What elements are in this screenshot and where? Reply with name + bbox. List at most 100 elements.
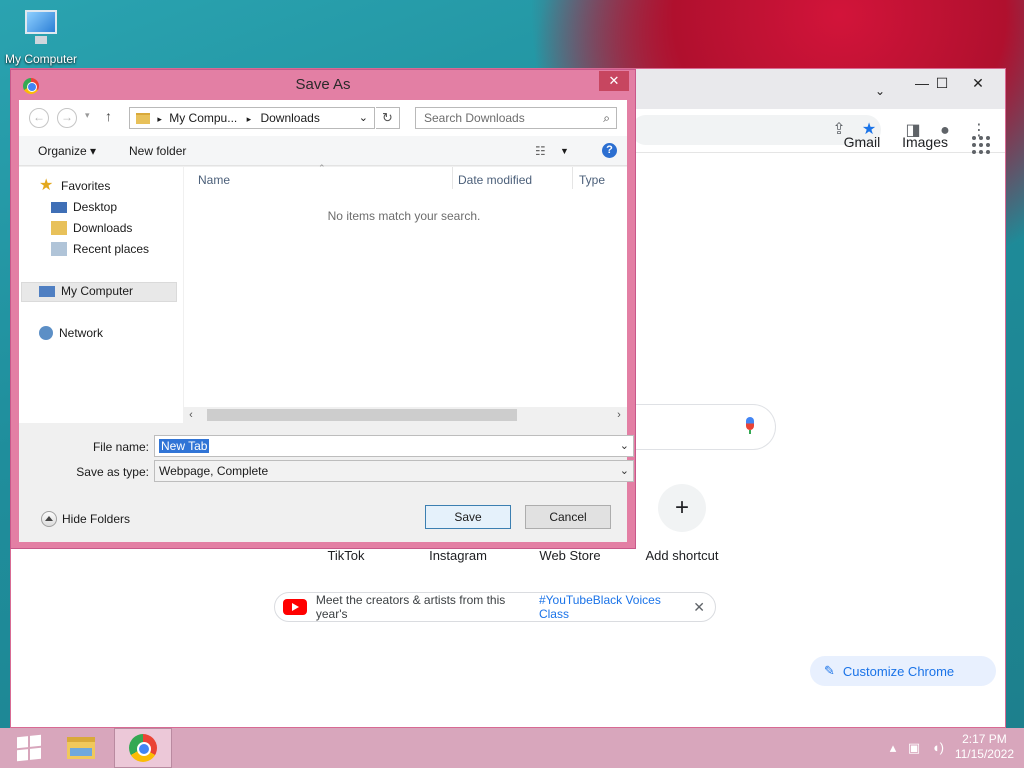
collapse-up-icon [41,511,57,527]
address-bar[interactable]: ▸ My Compu... ▸ Downloads ⌄ [129,107,375,129]
save-button[interactable]: Save [425,505,511,529]
view-options-icon[interactable]: ☷ [535,144,546,158]
address-dropdown-icon[interactable]: ⌄ [359,108,368,128]
desktop-icon-label: My Computer [4,52,78,66]
images-link[interactable]: Images [902,134,948,150]
youtube-promo-chip[interactable]: Meet the creators & artists from this ye… [274,592,716,622]
add-shortcut-button[interactable]: + Add shortcut [626,484,738,563]
shortcut-label: Web Store [539,548,601,563]
nav-label: Favorites [61,179,111,193]
hide-folders-toggle[interactable]: Hide Folders [41,511,130,527]
breadcrumb-separator-icon: ▸ [246,114,252,124]
search-input[interactable]: Search Downloads ⌕ [415,107,617,129]
refresh-button[interactable]: ↻ [376,107,400,129]
microphone-icon[interactable] [745,417,755,435]
forward-button[interactable]: → [57,108,77,128]
network-icon [39,326,53,340]
nav-downloads[interactable]: Downloads [51,221,132,235]
clock[interactable]: 2:17 PM 11/15/2022 [955,732,1014,762]
search-icon: ⌕ [603,111,610,125]
chrome-icon [129,734,157,762]
promo-close-icon[interactable]: ✕ [693,599,705,616]
horizontal-scrollbar[interactable]: ‹ › [183,407,627,423]
shortcut-label: Instagram [429,548,487,563]
folder-icon [136,113,150,124]
back-button[interactable]: ← [29,108,49,128]
hide-folders-label: Hide Folders [62,512,131,526]
search-placeholder: Search Downloads [424,111,525,125]
help-icon[interactable]: ? [602,143,617,158]
downloads-folder-icon [51,221,67,235]
up-arrow-icon[interactable]: ↑ [105,108,112,124]
nav-label: Network [59,326,104,340]
column-type[interactable]: Type [579,173,605,187]
customize-chrome-button[interactable]: ✎ Customize Chrome [810,656,996,686]
star-icon: ★ [39,177,54,194]
youtube-icon [283,599,307,615]
scroll-right-arrow-icon[interactable]: › [611,407,627,423]
file-name-input[interactable]: New Tab ⌄ [154,435,634,457]
desktop-icon [51,201,67,213]
google-search-box[interactable] [620,404,776,450]
dialog-body: ← → ▾ ↑ ▸ My Compu... ▸ Downloads ⌄ ↻ Se… [19,100,634,542]
column-name[interactable]: Name [198,173,230,187]
organize-menu[interactable]: Organize ▾ [38,144,96,158]
nav-recent-places[interactable]: Recent places [51,242,149,256]
customize-label: Customize Chrome [842,663,955,679]
nav-label: My Computer [61,284,134,298]
nav-label: Downloads [73,221,133,235]
google-top-links: Gmail Images [826,134,948,150]
column-date-modified[interactable]: Date modified [458,173,532,187]
tab-search-chevron-icon[interactable]: ⌄ [865,81,895,103]
taskbar-file-explorer[interactable] [52,728,110,768]
pencil-icon: ✎ [824,663,835,678]
shortcut-label: TikTok [327,548,365,563]
volume-icon[interactable]: ◖) [932,740,944,755]
empty-message: No items match your search. [327,209,481,223]
breadcrumb-separator-icon: ▸ [157,114,162,124]
computer-icon [39,285,55,297]
maximize-button[interactable]: ☐ [927,73,957,95]
plus-icon: + [658,484,706,532]
taskbar: ▴ ▣ ◖) 2:17 PM 11/15/2022 [0,728,1024,768]
file-name-label: File name: [92,440,149,454]
scroll-thumb[interactable] [207,409,517,421]
clock-date: 11/15/2022 [954,747,1014,761]
sort-indicator-icon: ⌃ [318,163,326,173]
dialog-title: Save As [295,76,351,93]
save-type-select[interactable]: Webpage, Complete ⌄ [154,460,634,482]
clock-time: 2:17 PM [962,732,1007,746]
dialog-titlebar[interactable]: Save As ✕ [11,70,635,100]
nav-desktop[interactable]: Desktop [51,200,117,214]
taskbar-chrome[interactable] [114,728,172,768]
scroll-left-arrow-icon[interactable]: ‹ [183,407,199,423]
my-computer-desktop-icon[interactable]: My Computer [0,8,82,66]
close-window-button[interactable]: ✕ [963,73,993,95]
breadcrumb-my-computer[interactable]: My Compu... [169,111,237,125]
file-list: Name ⌃ Date modified Type No items match… [183,163,627,423]
system-tray: ▴ ▣ ◖) [882,740,944,756]
command-bar: Organize ▾ New folder ☷ ▼ ? [19,136,627,166]
new-folder-button[interactable]: New folder [129,144,186,158]
save-type-label: Save as type: [76,465,149,479]
network-icon[interactable]: ▣ [908,740,920,755]
dialog-close-button[interactable]: ✕ [599,71,629,91]
column-divider[interactable] [572,167,573,189]
recent-locations-chevron-icon[interactable]: ▾ [85,110,90,121]
show-hidden-icons-icon[interactable]: ▴ [890,740,897,755]
nav-favorites[interactable]: ★ Favorites [39,177,111,194]
save-type-dropdown-icon[interactable]: ⌄ [620,461,629,481]
start-button[interactable] [0,728,58,768]
column-divider[interactable] [452,167,453,189]
file-name-dropdown-icon[interactable]: ⌄ [620,436,629,456]
google-apps-icon[interactable] [972,136,990,154]
windows-logo-icon [17,734,41,762]
cancel-button[interactable]: Cancel [525,505,611,529]
gmail-link[interactable]: Gmail [844,134,881,150]
promo-text: Meet the creators & artists from this ye… [315,593,506,621]
nav-network[interactable]: Network [39,326,103,340]
view-chevron-icon[interactable]: ▼ [560,146,569,156]
shortcut-label: Add shortcut [645,548,719,563]
breadcrumb-downloads[interactable]: Downloads [260,111,319,125]
nav-my-computer[interactable]: My Computer [39,284,133,298]
